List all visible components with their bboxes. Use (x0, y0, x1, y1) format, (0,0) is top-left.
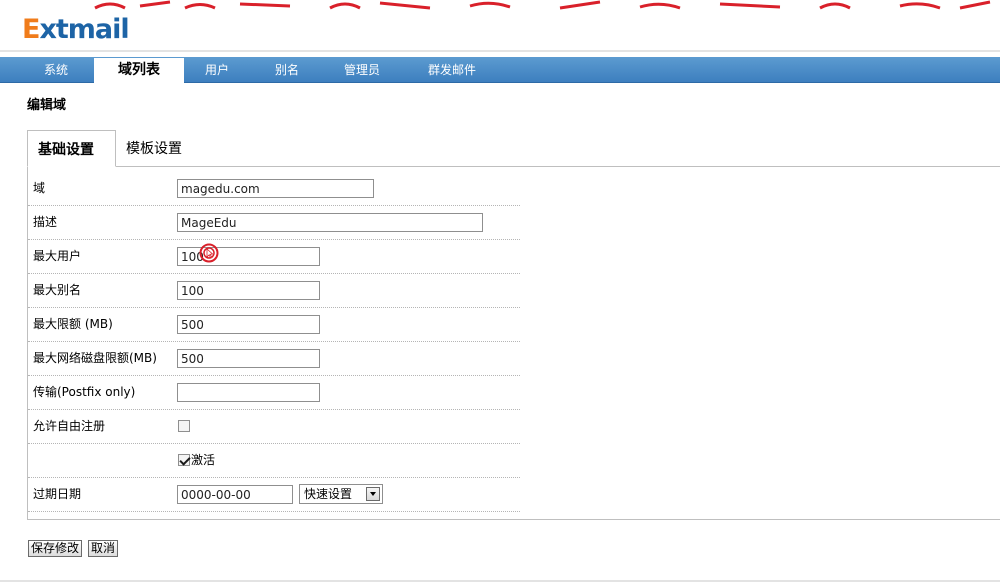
max-aliases-label: 最大别名 (33, 283, 82, 297)
allow-signup-checkbox[interactable] (178, 420, 190, 432)
form-row-transport: 传输(Postfix only) (28, 376, 520, 410)
nav-item-domain-list[interactable]: 域列表 (94, 58, 184, 83)
nav-item-aliases[interactable]: 别名 (264, 57, 310, 82)
max-quota-label: 最大限额 (MB) (33, 317, 113, 331)
max-quota-input[interactable] (177, 315, 320, 334)
cancel-button[interactable]: 取消 (88, 540, 119, 557)
tab-template-settings[interactable]: 模板设置 (116, 130, 200, 166)
nav-item-system[interactable]: 系统 (26, 57, 86, 82)
active-checkbox[interactable] (178, 454, 190, 466)
max-netdisk-input[interactable] (177, 349, 320, 368)
form-row-max-users: 最大用户 (28, 240, 520, 274)
description-input[interactable] (177, 213, 483, 232)
quick-set-value: 快速设置 (304, 487, 353, 501)
form-row-expire: 过期日期 快速设置 (28, 478, 520, 512)
transport-input[interactable] (177, 383, 320, 402)
tab-divider (27, 166, 1000, 167)
nav-item-mass-mail[interactable]: 群发邮件 (418, 57, 486, 82)
form-row-max-netdisk: 最大网络磁盘限额(MB) (28, 342, 520, 376)
active-label: 激活 (191, 453, 216, 467)
chevron-down-icon[interactable] (366, 487, 380, 501)
save-button[interactable]: 保存修改 (28, 540, 83, 557)
form-row-description: 描述 (28, 206, 520, 240)
page-title: 编辑域 (27, 98, 67, 113)
form-row-max-aliases: 最大别名 (28, 274, 520, 308)
max-netdisk-label: 最大网络磁盘限额(MB) (33, 351, 157, 365)
nav-item-admins[interactable]: 管理员 (334, 57, 390, 82)
nav-item-users[interactable]: 用户 (194, 57, 240, 82)
max-aliases-input[interactable] (177, 281, 320, 300)
panel-bottom-border (27, 519, 1000, 520)
top-scribble-annotation (0, 0, 1000, 10)
description-label: 描述 (33, 215, 58, 229)
max-users-label: 最大用户 (33, 249, 82, 263)
domain-label: 域 (33, 181, 46, 195)
footer-divider (0, 580, 1000, 582)
domain-input[interactable] (177, 179, 374, 198)
expire-date-input[interactable] (177, 485, 293, 504)
transport-label: 传输(Postfix only) (33, 385, 136, 399)
form-row-active: 激活 (28, 444, 520, 478)
expire-label: 过期日期 (33, 487, 82, 501)
form-row-allow-signup: 允许自由注册 (28, 410, 520, 444)
form-row-max-quota: 最大限额 (MB) (28, 308, 520, 342)
main-nav-bar: 系统 域列表 用户 别名 管理员 群发邮件 (0, 57, 1000, 83)
quick-set-select[interactable]: 快速设置 (299, 484, 383, 504)
allow-signup-label: 允许自由注册 (33, 419, 106, 433)
click-cursor-icon (199, 243, 219, 263)
form-row-domain: 域 (28, 172, 520, 206)
extmail-logo: Extmail (22, 14, 130, 45)
tab-basic-settings[interactable]: 基础设置 (27, 130, 116, 167)
header-divider (0, 50, 1000, 52)
